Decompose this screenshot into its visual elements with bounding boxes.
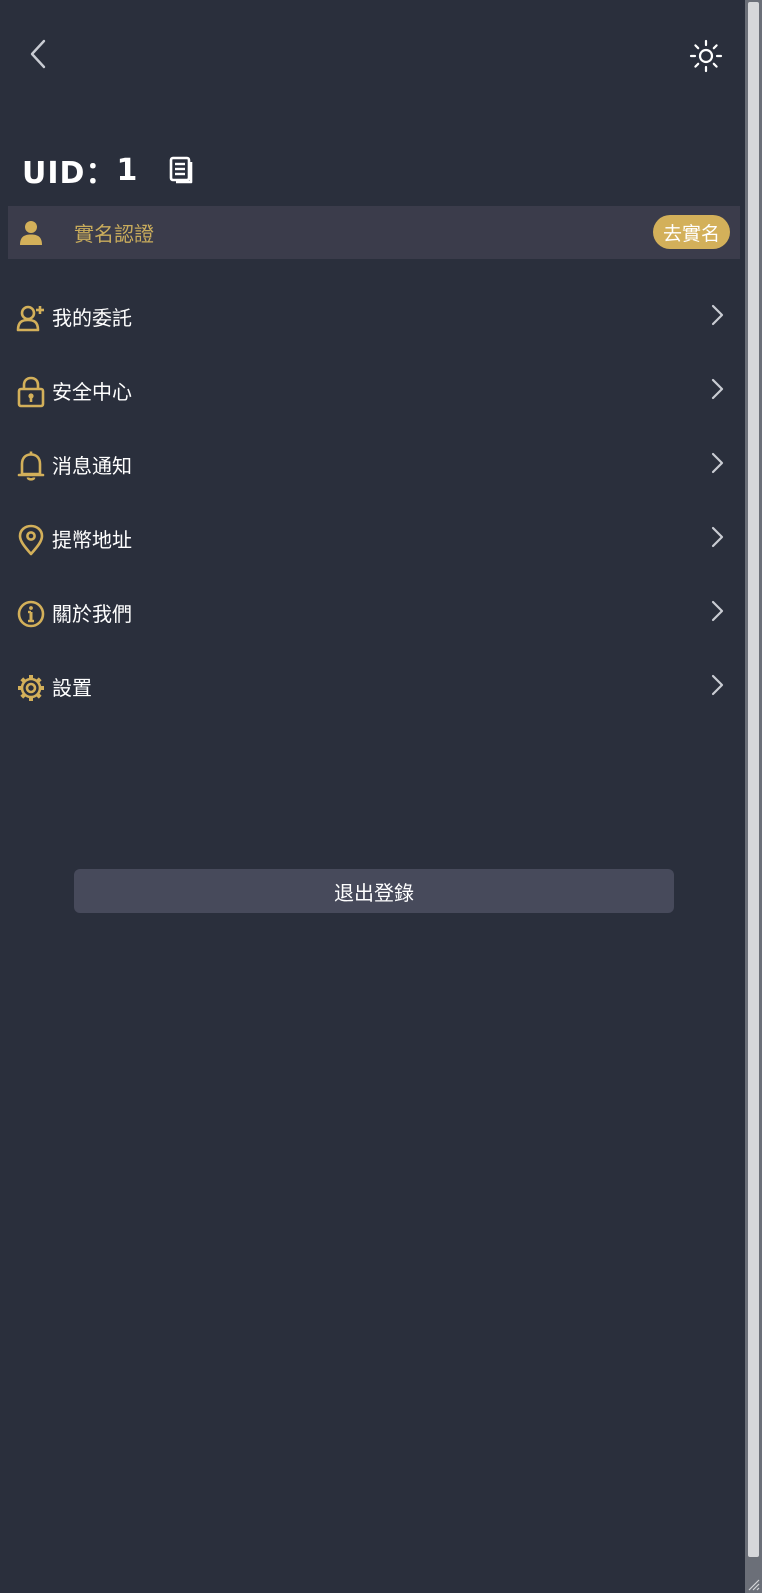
- menu-list: 我的委託 安全中心 消息通知 提幣地址 關於我們 設置: [0, 280, 745, 724]
- copy-uid-button[interactable]: [168, 154, 196, 186]
- menu-item-label: 消息通知: [52, 454, 132, 478]
- menu-item-settings[interactable]: 設置: [0, 650, 745, 724]
- copy-icon: [170, 156, 193, 184]
- info-icon: [17, 600, 45, 628]
- verification-banner: 實名認證 去實名: [8, 206, 740, 259]
- back-button[interactable]: [24, 36, 54, 72]
- menu-item-security-center[interactable]: 安全中心: [0, 354, 745, 428]
- menu-item-label: 關於我們: [52, 602, 132, 626]
- resize-grip-icon[interactable]: [746, 1577, 760, 1591]
- chevron-right-icon: [711, 304, 724, 326]
- gear-icon: [18, 675, 44, 701]
- person-icon: [20, 220, 42, 245]
- account-screen: UID： 1 實名認證 去實名 我的委託 安全中心 消息通知 提幣地址 關於我們…: [0, 0, 745, 1593]
- chevron-right-icon: [711, 452, 724, 474]
- menu-item-about-us[interactable]: 關於我們: [0, 576, 745, 650]
- user-add-icon: [16, 305, 44, 332]
- theme-toggle-button[interactable]: [688, 38, 724, 74]
- sun-icon: [689, 39, 723, 73]
- chevron-right-icon: [711, 526, 724, 548]
- bell-icon: [17, 451, 45, 481]
- lock-icon: [17, 376, 45, 408]
- menu-item-label: 安全中心: [52, 380, 132, 404]
- uid-row: UID： 1: [22, 148, 196, 192]
- menu-item-label: 設置: [52, 676, 92, 700]
- menu-item-label: 提幣地址: [52, 528, 132, 552]
- verification-label: 實名認證: [74, 222, 154, 246]
- chevron-right-icon: [711, 378, 724, 400]
- menu-item-label: 我的委託: [52, 306, 132, 330]
- uid-value: 1: [116, 152, 139, 188]
- logout-button[interactable]: 退出登錄: [74, 869, 674, 913]
- uid-label: UID：: [22, 156, 117, 191]
- location-pin-icon: [18, 524, 44, 556]
- scrollbar-thumb[interactable]: [748, 2, 759, 1557]
- chevron-left-icon: [30, 39, 46, 69]
- menu-item-my-orders[interactable]: 我的委託: [0, 280, 745, 354]
- verify-now-button[interactable]: 去實名: [652, 215, 730, 249]
- chevron-right-icon: [711, 600, 724, 622]
- menu-item-withdrawal-address[interactable]: 提幣地址: [0, 502, 745, 576]
- chevron-right-icon: [711, 674, 724, 696]
- scrollbar[interactable]: [745, 0, 762, 1593]
- menu-item-notifications[interactable]: 消息通知: [0, 428, 745, 502]
